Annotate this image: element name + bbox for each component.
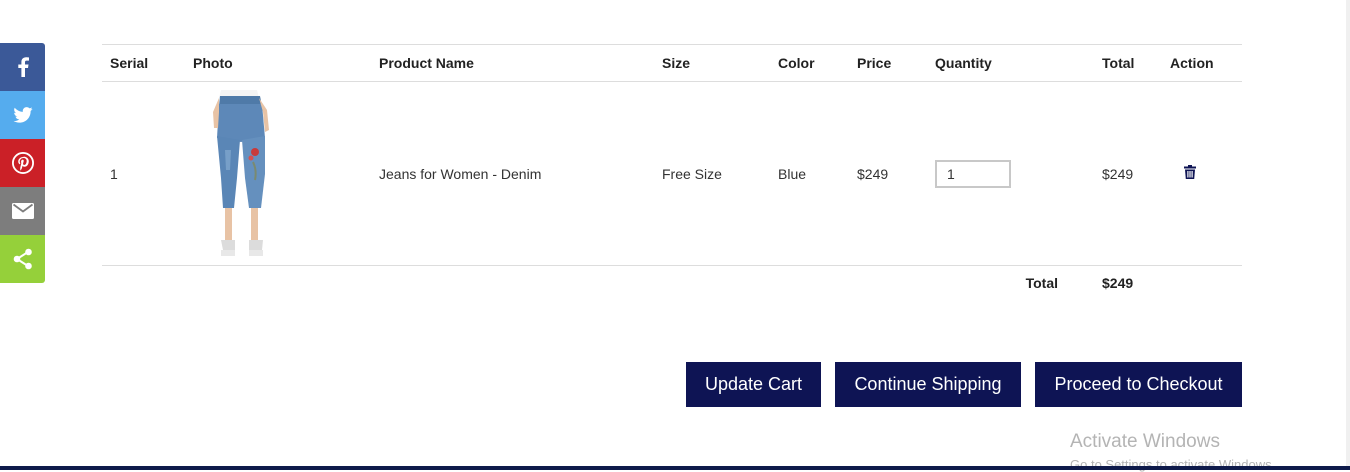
taskbar-strip [0,466,1350,470]
item-quantity-cell [927,81,1094,266]
header-color: Color [770,44,849,82]
update-cart-button[interactable]: Update Cart [686,362,821,407]
product-photo[interactable] [207,89,287,258]
header-photo: Photo [185,44,371,82]
header-quantity: Quantity [927,44,1094,82]
social-share-bar [0,43,45,283]
page-scrollbar[interactable] [1346,0,1350,466]
email-icon [11,203,34,219]
twitter-share-button[interactable] [0,91,45,139]
header-action: Action [1162,44,1242,82]
item-color: Blue [770,81,849,266]
item-total: $249 [1094,81,1162,266]
quantity-input[interactable] [935,159,1011,188]
header-size: Size [654,44,770,82]
more-share-button[interactable] [0,235,45,283]
header-serial: Serial [102,44,185,82]
item-product-name: Jeans for Women - Denim [371,81,654,266]
total-value: $249 [1102,275,1134,291]
email-share-button[interactable] [0,187,45,235]
header-price: Price [849,44,927,82]
trash-icon [1184,165,1196,179]
watermark-title: Activate Windows [1070,431,1220,452]
item-serial: 1 [102,81,185,266]
cart-table: Serial Photo Product Name Size Color Pri… [102,44,1242,300]
delete-item-button[interactable] [1184,165,1196,182]
header-total: Total [1094,44,1162,82]
total-label: Total [1025,275,1058,291]
share-icon [13,248,32,270]
pinterest-share-button[interactable] [0,139,45,187]
item-action-cell [1162,81,1242,266]
header-product-name: Product Name [371,44,654,82]
item-size: Free Size [654,81,770,266]
total-row: Total $249 [102,266,1242,301]
item-price: $249 [849,81,927,266]
proceed-to-checkout-button[interactable]: Proceed to Checkout [1035,362,1242,407]
item-photo-cell [185,81,371,266]
continue-shipping-button[interactable]: Continue Shipping [835,362,1021,407]
table-row: 1 Jeans for Women - Denim Free Size Blue… [102,81,1242,266]
facebook-icon [17,57,29,77]
table-header-row: Serial Photo Product Name Size Color Pri… [102,44,1242,82]
twitter-icon [12,107,33,123]
facebook-share-button[interactable] [0,43,45,91]
pinterest-icon [11,152,34,174]
